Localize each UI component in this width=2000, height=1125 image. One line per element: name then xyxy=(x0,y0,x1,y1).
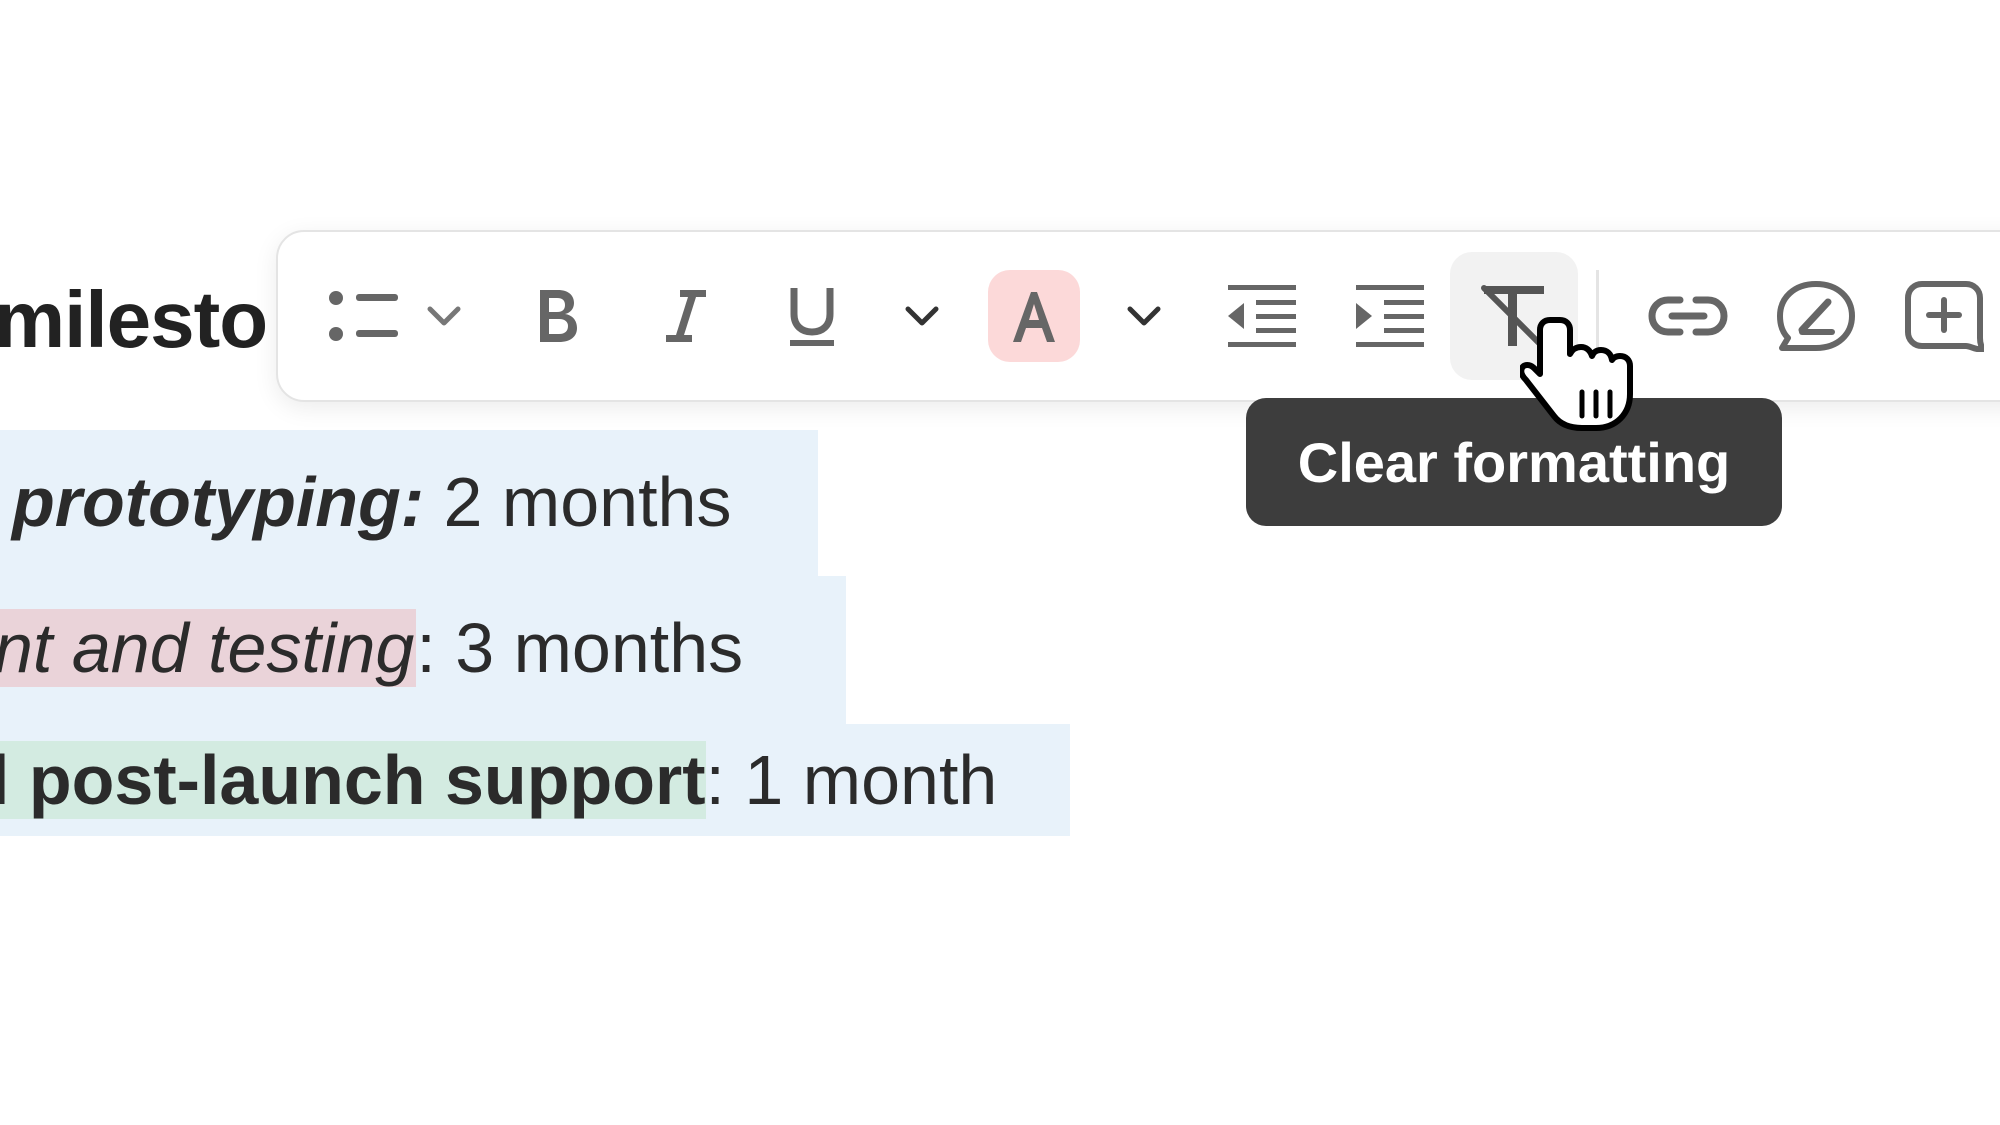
edit-bubble-icon xyxy=(1776,280,1856,352)
italic-icon xyxy=(664,286,708,346)
list-item-separator: : xyxy=(416,609,436,687)
bold-icon xyxy=(532,286,580,346)
edit-comment-button[interactable] xyxy=(1768,252,1864,380)
list-item[interactable]: prototyping: 2 months xyxy=(0,430,818,576)
list-item-label: prototyping: xyxy=(12,463,425,541)
list-item[interactable]: l post-launch support: 1 month xyxy=(0,724,1070,836)
list-item-separator: : xyxy=(705,741,725,819)
underline-icon xyxy=(786,284,838,348)
indent-button[interactable] xyxy=(1342,252,1438,380)
tooltip: Clear formatting xyxy=(1246,398,1782,526)
link-icon xyxy=(1648,292,1728,340)
indent-icon xyxy=(1354,283,1426,349)
color-swatch xyxy=(988,270,1080,362)
add-bubble-icon xyxy=(1904,280,1984,352)
text-color-dropdown[interactable] xyxy=(1122,252,1166,380)
section-heading: milesto xyxy=(0,275,268,364)
chevron-down-icon xyxy=(1126,304,1162,328)
formatting-toolbar xyxy=(276,230,2000,402)
list-item-value: 2 months xyxy=(424,463,732,541)
text-style-dropdown[interactable] xyxy=(900,252,944,380)
link-button[interactable] xyxy=(1640,252,1736,380)
pointer-cursor-icon xyxy=(1518,312,1640,441)
list-item-value: 3 months xyxy=(435,609,744,687)
underline-button[interactable] xyxy=(764,252,860,380)
text-color-button[interactable] xyxy=(988,252,1080,380)
list-item-label: nt and testing xyxy=(0,609,417,687)
chevron-down-icon xyxy=(426,304,462,328)
outdent-icon xyxy=(1226,283,1298,349)
outdent-button[interactable] xyxy=(1214,252,1310,380)
bulleted-list-button[interactable] xyxy=(322,252,410,380)
italic-button[interactable] xyxy=(638,252,734,380)
list-item[interactable]: nt and testing: 3 months xyxy=(0,576,846,724)
chevron-down-icon xyxy=(904,304,940,328)
list-item-label: l post-launch support xyxy=(0,741,706,819)
list-options-dropdown[interactable] xyxy=(422,252,466,380)
bold-button[interactable] xyxy=(508,252,604,380)
add-comment-button[interactable] xyxy=(1896,252,1992,380)
bullet-list-icon xyxy=(328,288,404,344)
text-color-icon xyxy=(1009,288,1059,344)
list-item-value: 1 month xyxy=(724,741,998,819)
